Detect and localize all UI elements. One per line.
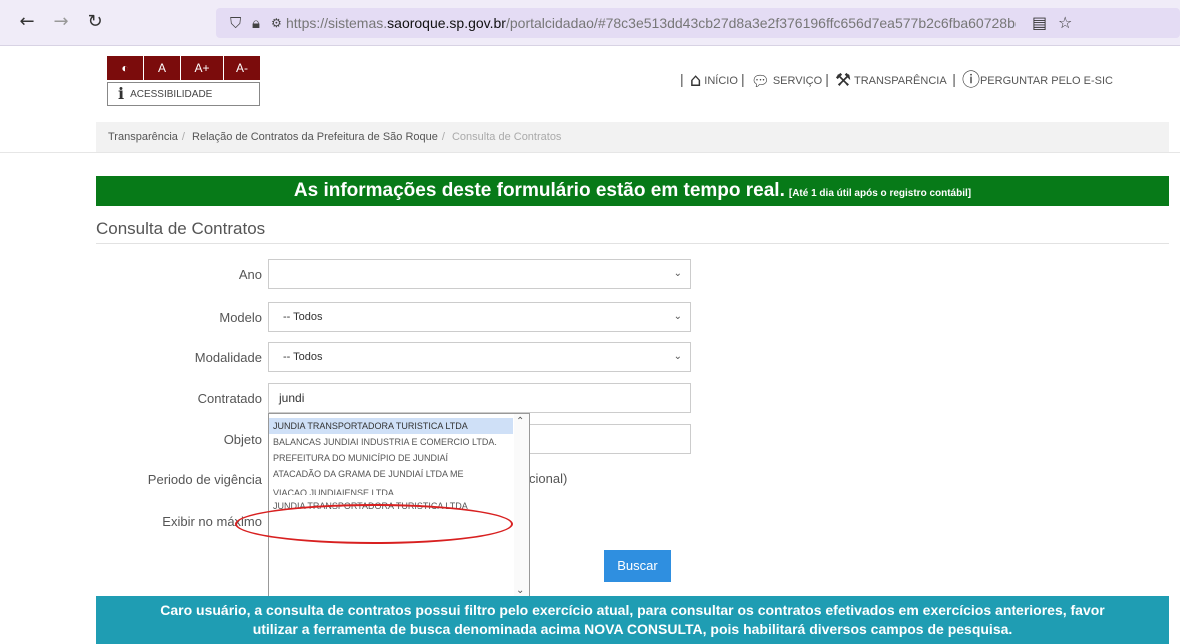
gavel-icon: ⚒ bbox=[834, 70, 852, 91]
list-item[interactable]: PREFEITURA DO MUNICÍPIO DE JUNDIAÍ bbox=[269, 450, 513, 466]
nav-separator: | bbox=[952, 71, 956, 87]
url-text[interactable]: https://sistemas.saoroque.sp.gov.br/port… bbox=[286, 15, 1016, 31]
list-item[interactable]: JUNDIA TRANSPORTADORA TURISTICA LTDA bbox=[269, 418, 513, 434]
bookmark-star-icon[interactable]: ☆ bbox=[1058, 13, 1072, 32]
breadcrumb: Transparência / Relação de Contratos da P… bbox=[96, 122, 1169, 152]
info-banner: Caro usuário, a consulta de contratos po… bbox=[96, 596, 1169, 644]
home-icon: ⌂ bbox=[689, 70, 702, 91]
chevron-down-icon: ⌄ bbox=[673, 351, 682, 362]
forward-icon[interactable]: → bbox=[50, 12, 72, 32]
banner-note: [Até 1 dia útil após o registro contábil… bbox=[788, 188, 972, 199]
accessibility-label: ACESSIBILIDADE bbox=[130, 89, 213, 100]
nav-inicio[interactable]: ⌂ INÍCIO bbox=[690, 70, 738, 91]
divider bbox=[0, 152, 1180, 153]
info-text-line1: Caro usuário, a consulta de contratos po… bbox=[160, 602, 1105, 618]
page-title: Consulta de Contratos bbox=[96, 219, 266, 238]
contratado-autocomplete-list[interactable]: JUNDIA TRANSPORTADORA TURISTICA LTDA BAL… bbox=[268, 413, 530, 599]
browser-toolbar: ← → ↻ ⛉ 🔒︎ ⚙ https://sistemas.saoroque.s… bbox=[0, 0, 1180, 46]
top-nav: | ⌂ INÍCIO | 💬︎ SERVIÇO | ⚒ TRANSPARÊNCI… bbox=[680, 66, 1113, 92]
info-text-line2: utilizar a ferramenta de busca denominad… bbox=[252, 621, 1013, 637]
nav-separator: | bbox=[825, 71, 829, 87]
modalidade-select[interactable]: -- Todos ⌄ bbox=[268, 342, 691, 372]
info-circle-icon: ⓘ bbox=[961, 70, 980, 91]
objeto-label: Objeto bbox=[223, 432, 262, 447]
nav-separator: | bbox=[680, 71, 684, 87]
accessibility-link[interactable]: i ACESSIBILIDADE bbox=[107, 82, 260, 106]
buscar-button[interactable]: Buscar bbox=[604, 550, 671, 582]
shield-icon[interactable]: ⛉ bbox=[230, 14, 241, 32]
periodo-hint: cional) bbox=[529, 471, 568, 486]
contrast-button[interactable]: ◐ bbox=[107, 56, 143, 80]
modalidade-label: Modalidade bbox=[194, 350, 262, 365]
reader-view-icon[interactable]: ▤ bbox=[1032, 13, 1047, 32]
font-increase-button[interactable]: A+ bbox=[181, 56, 223, 80]
info-icon: i bbox=[118, 84, 125, 103]
list-item[interactable]: ATACADÃO DA GRAMA DE JUNDIAÍ LTDA ME bbox=[269, 466, 513, 482]
font-normal-button[interactable]: A bbox=[144, 56, 180, 80]
banner-text: As informações deste formulário estão em… bbox=[293, 180, 785, 201]
divider bbox=[96, 243, 1169, 244]
scrollbar[interactable]: ⌃ ⌄ bbox=[514, 414, 529, 598]
chevron-down-icon: ⌄ bbox=[673, 311, 682, 322]
lock-icon[interactable]: 🔒︎ bbox=[252, 14, 260, 32]
periodo-label: Periodo de vigência bbox=[147, 472, 262, 487]
nav-separator: | bbox=[740, 71, 745, 87]
contrast-icon: ◐ bbox=[121, 61, 129, 75]
chevron-up-icon[interactable]: ⌃ bbox=[516, 416, 524, 427]
exibir-label: Exibir no máximo bbox=[162, 514, 262, 529]
breadcrumb-relacao-contratos[interactable]: Relação de Contratos da Prefeitura de Sã… bbox=[192, 131, 438, 143]
permissions-icon[interactable]: ⚙ bbox=[271, 16, 282, 30]
nav-transparencia[interactable]: ⚒ TRANSPARÊNCIA bbox=[835, 70, 946, 91]
font-decrease-button[interactable]: A- bbox=[224, 56, 260, 80]
realtime-banner: As informações deste formulário estão em… bbox=[96, 176, 1169, 206]
url-bar[interactable]: ⛉ 🔒︎ ⚙ https://sistemas.saoroque.sp.gov.… bbox=[216, 8, 1180, 38]
comments-icon: 💬︎ bbox=[750, 72, 770, 90]
contratado-label: Contratado bbox=[197, 391, 262, 406]
list-item[interactable]: JUNDIA TRANSPORTADORA TURISTICA LTDA bbox=[269, 498, 513, 514]
nav-esic[interactable]: ⓘPERGUNTAR PELO E-SIC bbox=[962, 70, 1113, 91]
breadcrumb-transparencia[interactable]: Transparência bbox=[108, 131, 178, 143]
list-item[interactable]: VIACAO JUNDIAIENSE LTDA bbox=[269, 482, 513, 495]
reload-icon[interactable]: ↻ bbox=[84, 12, 106, 32]
chevron-down-icon[interactable]: ⌄ bbox=[516, 585, 524, 596]
modelo-label: Modelo bbox=[219, 310, 262, 325]
ano-label: Ano bbox=[238, 267, 262, 282]
contratado-input[interactable]: jundi bbox=[268, 383, 691, 413]
nav-servico[interactable]: 💬︎ SERVIÇO bbox=[750, 72, 822, 90]
back-icon[interactable]: ← bbox=[16, 12, 38, 32]
modelo-select[interactable]: -- Todos ⌄ bbox=[268, 302, 691, 332]
chevron-down-icon: ⌄ bbox=[673, 268, 682, 279]
list-item[interactable]: BALANCAS JUNDIAI INDUSTRIA E COMERCIO LT… bbox=[269, 434, 513, 450]
breadcrumb-current: Consulta de Contratos bbox=[451, 131, 562, 143]
ano-select[interactable]: ⌄ bbox=[268, 259, 691, 289]
